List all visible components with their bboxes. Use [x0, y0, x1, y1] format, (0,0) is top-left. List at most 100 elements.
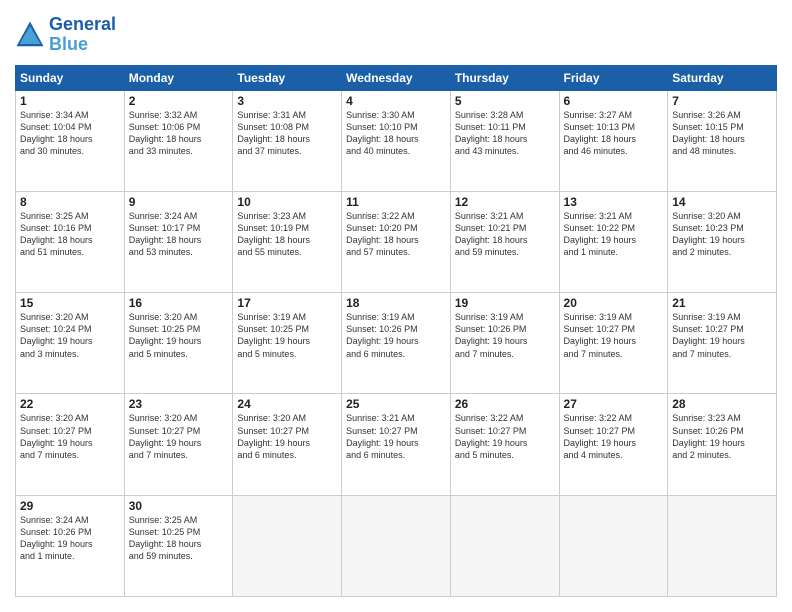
table-row: 11Sunrise: 3:22 AM Sunset: 10:20 PM Dayl…	[342, 191, 451, 292]
day-number: 30	[129, 499, 229, 513]
table-row: 9Sunrise: 3:24 AM Sunset: 10:17 PM Dayli…	[124, 191, 233, 292]
day-number: 5	[455, 94, 555, 108]
table-row	[559, 495, 668, 596]
col-sunday: Sunday	[16, 65, 125, 90]
day-detail: Sunrise: 3:19 AM Sunset: 10:27 PM Daylig…	[672, 311, 772, 360]
day-detail: Sunrise: 3:25 AM Sunset: 10:25 PM Daylig…	[129, 514, 229, 563]
day-detail: Sunrise: 3:34 AM Sunset: 10:04 PM Daylig…	[20, 109, 120, 158]
col-tuesday: Tuesday	[233, 65, 342, 90]
table-row: 13Sunrise: 3:21 AM Sunset: 10:22 PM Dayl…	[559, 191, 668, 292]
day-detail: Sunrise: 3:22 AM Sunset: 10:27 PM Daylig…	[564, 412, 664, 461]
day-detail: Sunrise: 3:24 AM Sunset: 10:26 PM Daylig…	[20, 514, 120, 563]
table-row: 22Sunrise: 3:20 AM Sunset: 10:27 PM Dayl…	[16, 394, 125, 495]
day-number: 3	[237, 94, 337, 108]
table-row: 17Sunrise: 3:19 AM Sunset: 10:25 PM Dayl…	[233, 293, 342, 394]
day-number: 16	[129, 296, 229, 310]
day-detail: Sunrise: 3:19 AM Sunset: 10:26 PM Daylig…	[346, 311, 446, 360]
table-row: 21Sunrise: 3:19 AM Sunset: 10:27 PM Dayl…	[668, 293, 777, 394]
table-row: 30Sunrise: 3:25 AM Sunset: 10:25 PM Dayl…	[124, 495, 233, 596]
day-detail: Sunrise: 3:20 AM Sunset: 10:24 PM Daylig…	[20, 311, 120, 360]
table-row: 25Sunrise: 3:21 AM Sunset: 10:27 PM Dayl…	[342, 394, 451, 495]
table-row: 2Sunrise: 3:32 AM Sunset: 10:06 PM Dayli…	[124, 90, 233, 191]
table-row: 6Sunrise: 3:27 AM Sunset: 10:13 PM Dayli…	[559, 90, 668, 191]
day-number: 18	[346, 296, 446, 310]
day-detail: Sunrise: 3:19 AM Sunset: 10:27 PM Daylig…	[564, 311, 664, 360]
table-row	[342, 495, 451, 596]
logo: General Blue	[15, 15, 116, 55]
table-row	[668, 495, 777, 596]
table-row	[450, 495, 559, 596]
day-number: 7	[672, 94, 772, 108]
day-number: 24	[237, 397, 337, 411]
day-detail: Sunrise: 3:25 AM Sunset: 10:16 PM Daylig…	[20, 210, 120, 259]
day-number: 10	[237, 195, 337, 209]
day-number: 14	[672, 195, 772, 209]
table-row: 27Sunrise: 3:22 AM Sunset: 10:27 PM Dayl…	[559, 394, 668, 495]
day-number: 12	[455, 195, 555, 209]
table-row: 10Sunrise: 3:23 AM Sunset: 10:19 PM Dayl…	[233, 191, 342, 292]
day-number: 29	[20, 499, 120, 513]
day-number: 27	[564, 397, 664, 411]
header: General Blue	[15, 15, 777, 55]
day-detail: Sunrise: 3:22 AM Sunset: 10:27 PM Daylig…	[455, 412, 555, 461]
day-detail: Sunrise: 3:20 AM Sunset: 10:25 PM Daylig…	[129, 311, 229, 360]
table-row: 15Sunrise: 3:20 AM Sunset: 10:24 PM Dayl…	[16, 293, 125, 394]
day-number: 13	[564, 195, 664, 209]
day-number: 22	[20, 397, 120, 411]
day-number: 19	[455, 296, 555, 310]
col-wednesday: Wednesday	[342, 65, 451, 90]
table-row: 28Sunrise: 3:23 AM Sunset: 10:26 PM Dayl…	[668, 394, 777, 495]
day-number: 23	[129, 397, 229, 411]
day-detail: Sunrise: 3:20 AM Sunset: 10:23 PM Daylig…	[672, 210, 772, 259]
logo-text: General Blue	[49, 15, 116, 55]
day-detail: Sunrise: 3:19 AM Sunset: 10:26 PM Daylig…	[455, 311, 555, 360]
col-friday: Friday	[559, 65, 668, 90]
table-row: 7Sunrise: 3:26 AM Sunset: 10:15 PM Dayli…	[668, 90, 777, 191]
col-monday: Monday	[124, 65, 233, 90]
day-detail: Sunrise: 3:20 AM Sunset: 10:27 PM Daylig…	[237, 412, 337, 461]
col-thursday: Thursday	[450, 65, 559, 90]
table-row: 12Sunrise: 3:21 AM Sunset: 10:21 PM Dayl…	[450, 191, 559, 292]
day-number: 8	[20, 195, 120, 209]
day-number: 15	[20, 296, 120, 310]
table-row: 26Sunrise: 3:22 AM Sunset: 10:27 PM Dayl…	[450, 394, 559, 495]
table-row: 19Sunrise: 3:19 AM Sunset: 10:26 PM Dayl…	[450, 293, 559, 394]
logo-icon	[15, 20, 45, 50]
day-detail: Sunrise: 3:30 AM Sunset: 10:10 PM Daylig…	[346, 109, 446, 158]
day-detail: Sunrise: 3:21 AM Sunset: 10:27 PM Daylig…	[346, 412, 446, 461]
day-detail: Sunrise: 3:21 AM Sunset: 10:22 PM Daylig…	[564, 210, 664, 259]
day-detail: Sunrise: 3:32 AM Sunset: 10:06 PM Daylig…	[129, 109, 229, 158]
day-number: 9	[129, 195, 229, 209]
table-row: 14Sunrise: 3:20 AM Sunset: 10:23 PM Dayl…	[668, 191, 777, 292]
table-row: 5Sunrise: 3:28 AM Sunset: 10:11 PM Dayli…	[450, 90, 559, 191]
day-number: 11	[346, 195, 446, 209]
calendar-table: Sunday Monday Tuesday Wednesday Thursday…	[15, 65, 777, 597]
day-number: 25	[346, 397, 446, 411]
day-number: 28	[672, 397, 772, 411]
day-number: 26	[455, 397, 555, 411]
day-detail: Sunrise: 3:27 AM Sunset: 10:13 PM Daylig…	[564, 109, 664, 158]
table-row: 24Sunrise: 3:20 AM Sunset: 10:27 PM Dayl…	[233, 394, 342, 495]
day-detail: Sunrise: 3:21 AM Sunset: 10:21 PM Daylig…	[455, 210, 555, 259]
table-row: 8Sunrise: 3:25 AM Sunset: 10:16 PM Dayli…	[16, 191, 125, 292]
table-row: 20Sunrise: 3:19 AM Sunset: 10:27 PM Dayl…	[559, 293, 668, 394]
table-row: 3Sunrise: 3:31 AM Sunset: 10:08 PM Dayli…	[233, 90, 342, 191]
day-detail: Sunrise: 3:31 AM Sunset: 10:08 PM Daylig…	[237, 109, 337, 158]
table-row: 18Sunrise: 3:19 AM Sunset: 10:26 PM Dayl…	[342, 293, 451, 394]
day-detail: Sunrise: 3:20 AM Sunset: 10:27 PM Daylig…	[20, 412, 120, 461]
col-saturday: Saturday	[668, 65, 777, 90]
day-number: 21	[672, 296, 772, 310]
table-row: 29Sunrise: 3:24 AM Sunset: 10:26 PM Dayl…	[16, 495, 125, 596]
day-detail: Sunrise: 3:22 AM Sunset: 10:20 PM Daylig…	[346, 210, 446, 259]
day-number: 4	[346, 94, 446, 108]
day-detail: Sunrise: 3:20 AM Sunset: 10:27 PM Daylig…	[129, 412, 229, 461]
day-detail: Sunrise: 3:24 AM Sunset: 10:17 PM Daylig…	[129, 210, 229, 259]
day-number: 20	[564, 296, 664, 310]
table-row: 1Sunrise: 3:34 AM Sunset: 10:04 PM Dayli…	[16, 90, 125, 191]
day-detail: Sunrise: 3:23 AM Sunset: 10:26 PM Daylig…	[672, 412, 772, 461]
day-number: 6	[564, 94, 664, 108]
page: General Blue Sunday Monday Tuesday Wedne…	[0, 0, 792, 612]
table-row: 4Sunrise: 3:30 AM Sunset: 10:10 PM Dayli…	[342, 90, 451, 191]
table-row	[233, 495, 342, 596]
day-detail: Sunrise: 3:28 AM Sunset: 10:11 PM Daylig…	[455, 109, 555, 158]
